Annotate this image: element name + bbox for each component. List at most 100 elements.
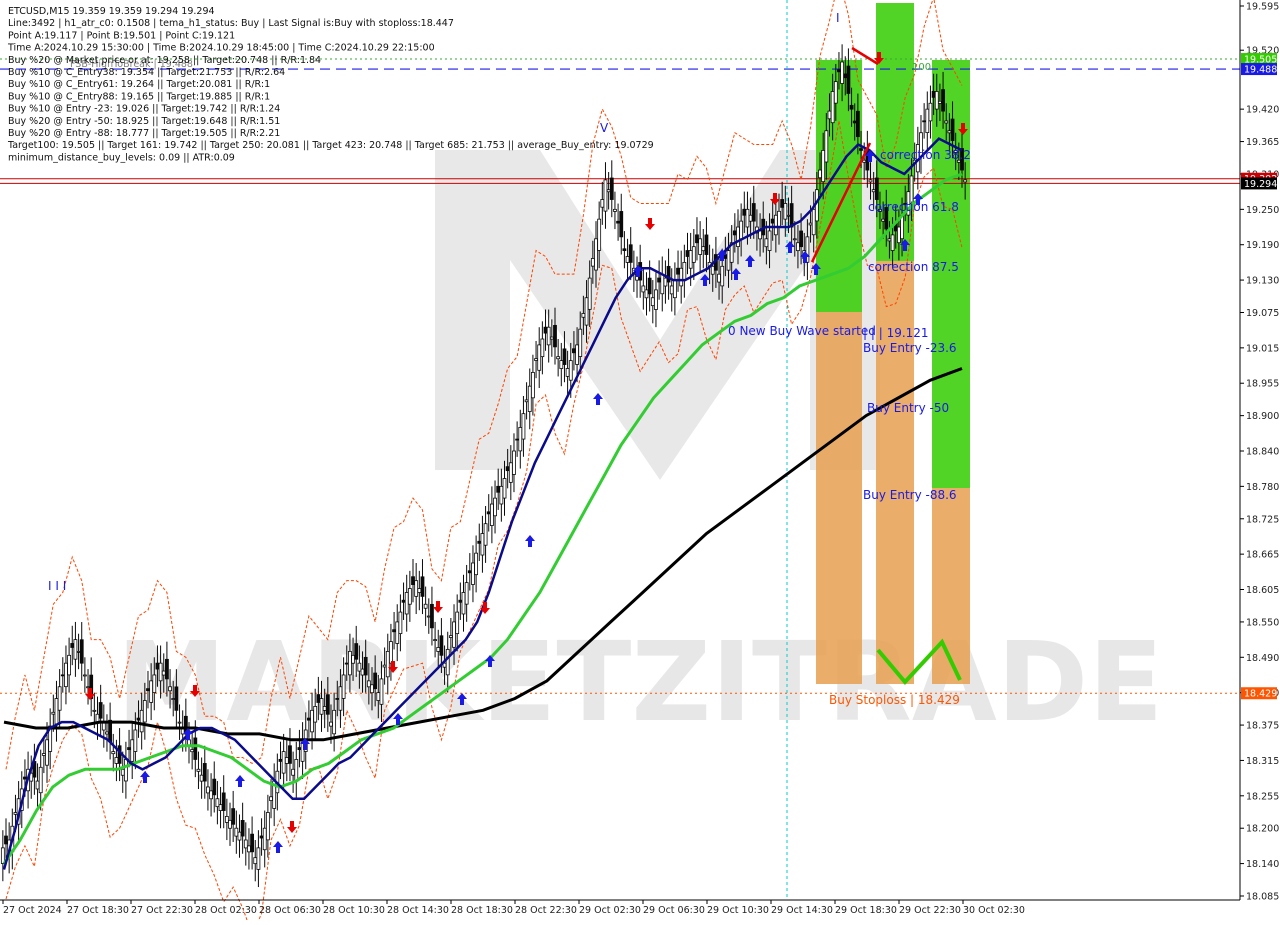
candle-body	[572, 348, 576, 354]
candle-body	[395, 621, 400, 644]
candle-body	[310, 709, 314, 733]
candle-body	[846, 65, 851, 94]
candle-body	[672, 279, 677, 299]
candle-body	[666, 265, 671, 283]
candle-body	[461, 592, 466, 615]
y-tick-label: 18.255	[1246, 791, 1279, 802]
candle-body	[531, 372, 535, 399]
candle-body	[594, 238, 598, 271]
candle-body	[64, 662, 68, 688]
candle-body	[385, 650, 390, 678]
candle-body	[70, 643, 75, 648]
y-tick-label: 18.605	[1246, 585, 1279, 596]
stoploss-label: Buy Stoploss | 18.429	[829, 693, 960, 707]
info-line: Buy %20 @ Entry -50: 18.925 || Target:19…	[8, 116, 280, 127]
y-tick-label: 19.420	[1246, 105, 1279, 116]
candle-body	[486, 511, 491, 515]
candle-body	[13, 812, 18, 815]
candle-body	[887, 238, 892, 242]
candle-body	[796, 242, 800, 252]
candle-body	[231, 808, 236, 825]
candle-body	[199, 774, 204, 782]
candle-body	[575, 344, 579, 365]
candle-body	[568, 360, 573, 381]
watermark-text: MARKETZITRADE	[117, 618, 1164, 746]
x-tick-label: 29 Oct 14:30	[771, 905, 833, 916]
candle-body	[202, 763, 207, 782]
candle-body	[925, 108, 930, 134]
candle-body	[354, 643, 359, 660]
candle-body	[698, 238, 703, 255]
y-tick-label: 19.015	[1246, 343, 1279, 354]
candle-body	[297, 747, 302, 751]
y-tick-label: 19.130	[1246, 276, 1279, 287]
x-tick-label: 27 Oct 2024	[3, 905, 62, 916]
candle-body	[736, 226, 740, 247]
candle-body	[562, 348, 567, 365]
candle-body	[556, 356, 561, 360]
candle-body	[436, 647, 441, 652]
candle-body	[821, 150, 826, 183]
candle-body	[843, 73, 848, 79]
candle-body	[82, 674, 87, 677]
candle-body	[281, 751, 286, 774]
candle-body	[931, 91, 936, 98]
candle-body	[717, 273, 721, 283]
candle-body	[130, 739, 135, 762]
candle-body	[190, 749, 195, 753]
price-badge-label: 19.294	[1244, 179, 1277, 190]
candle-body	[944, 120, 949, 124]
candle-body	[67, 654, 72, 676]
chart-window: MARKETZITRADE 0 New Buy Wave started | |…	[0, 0, 1280, 925]
zone-orange-2	[876, 261, 914, 684]
y-tick-label: 18.550	[1246, 617, 1279, 628]
candle-body	[745, 208, 750, 228]
candle-body	[392, 629, 396, 633]
candle-body	[742, 208, 747, 216]
candle-body	[770, 218, 775, 224]
candle-body	[818, 169, 822, 179]
candle-body	[228, 819, 232, 829]
candle-body	[543, 326, 548, 334]
y-tick-label: 18.955	[1246, 379, 1279, 390]
candle-body	[73, 639, 78, 660]
candle-body	[426, 615, 431, 618]
candle-body	[420, 576, 425, 597]
candle-body	[177, 721, 182, 724]
candle-body	[748, 214, 753, 222]
candle-body	[45, 739, 49, 766]
candle-body	[174, 686, 179, 711]
x-tick-label: 28 Oct 18:30	[451, 905, 513, 916]
price-chart[interactable]: MARKETZITRADE 0 New Buy Wave started | |…	[0, 0, 1280, 925]
candle-body	[338, 686, 343, 711]
candle-body	[111, 751, 116, 755]
wave-started-label: 0 New Buy Wave started	[728, 324, 876, 338]
candle-body	[329, 721, 333, 727]
price-badge-label: 19.488	[1244, 65, 1277, 76]
y-tick-label: 18.665	[1246, 550, 1279, 561]
correction-38-label: correction 38.2	[880, 148, 971, 162]
candle-body	[79, 639, 84, 664]
candle-body	[739, 220, 744, 240]
info-line: Buy %20 @ Entry -88: 18.777 || Target:19…	[8, 128, 280, 139]
candle-body	[411, 576, 415, 585]
candle-body	[499, 485, 504, 505]
candle-body	[250, 833, 254, 853]
candle-body	[98, 702, 103, 719]
candle-body	[294, 759, 299, 782]
candle-body	[215, 798, 220, 808]
wave-marker-i: I	[836, 11, 840, 25]
candle-body	[155, 662, 160, 670]
candle-body	[928, 102, 933, 122]
candle-body	[452, 621, 456, 648]
candle-body	[710, 265, 715, 275]
candle-body	[152, 674, 157, 693]
candle-body	[701, 246, 706, 252]
candle-body	[60, 674, 65, 677]
candle-body	[373, 672, 378, 690]
candle-body	[515, 438, 520, 441]
candle-body	[723, 254, 728, 259]
candle-body	[764, 238, 769, 248]
candle-body	[777, 210, 781, 228]
candle-body	[41, 753, 46, 756]
